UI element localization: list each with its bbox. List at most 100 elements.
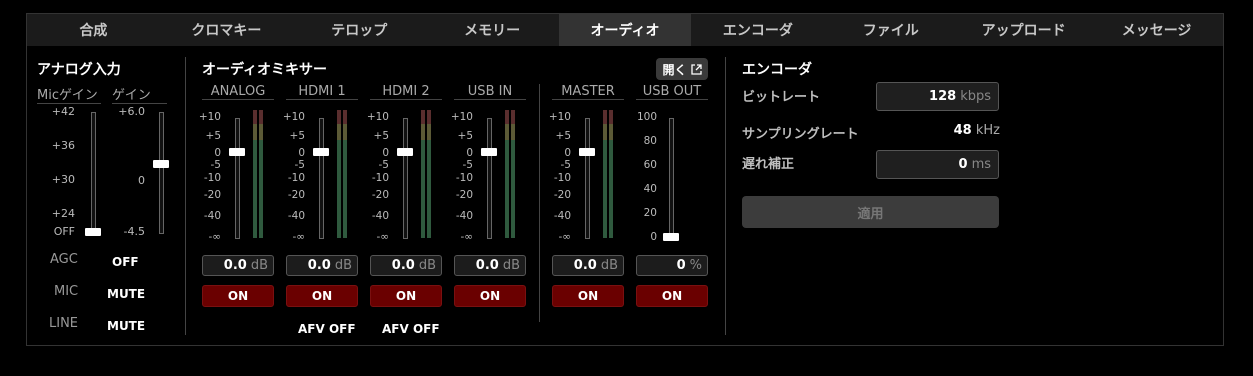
gain-tick: -4.5: [123, 225, 145, 238]
apply-button[interactable]: 適用: [742, 196, 999, 228]
volume-unit: dB: [418, 258, 436, 273]
db-tick: -∞: [460, 231, 473, 243]
db-tick: +5: [555, 130, 571, 142]
usb-out-track[interactable]: [669, 118, 674, 239]
external-link-icon: [690, 63, 702, 75]
fader-thumb[interactable]: [579, 148, 595, 156]
usb-out-value: 0: [676, 258, 686, 273]
db-tick: -40: [203, 210, 221, 222]
volume-readout[interactable]: 0.0 dB: [454, 255, 526, 276]
fader-track[interactable]: [487, 118, 492, 239]
db-tick: +10: [450, 111, 473, 123]
delay-input[interactable]: 0 ms: [876, 150, 999, 179]
level-meter: [343, 110, 347, 238]
channel-name: ANALOG: [202, 84, 274, 100]
percent-tick: 40: [643, 183, 657, 195]
db-tick: 0: [564, 147, 571, 159]
agc-label: AGC: [50, 252, 78, 267]
channel-on-button[interactable]: ON: [286, 285, 358, 307]
fader-track[interactable]: [235, 118, 240, 239]
fader-track[interactable]: [403, 118, 408, 239]
usb-out-readout[interactable]: 0%: [636, 255, 708, 276]
volume-readout[interactable]: 0.0 dB: [552, 255, 624, 276]
db-tick: +10: [198, 111, 221, 123]
gain-tick: +6.0: [118, 105, 145, 118]
fader-thumb[interactable]: [229, 148, 245, 156]
afv-toggle[interactable]: AFV OFF: [382, 322, 440, 336]
tab-file[interactable]: ファイル: [824, 14, 957, 46]
mic-gain-track[interactable]: [91, 112, 96, 234]
gain-track[interactable]: [159, 112, 164, 234]
db-tick: 0: [466, 147, 473, 159]
usb-out-thumb[interactable]: [663, 233, 679, 241]
bitrate-input[interactable]: 128 kbps: [876, 82, 999, 111]
db-tick: +10: [366, 111, 389, 123]
delay-value: 0: [958, 157, 968, 172]
fader-track[interactable]: [319, 118, 324, 239]
volume-value: 0.0: [475, 258, 499, 273]
gain-slider-thumb[interactable]: [153, 159, 169, 168]
mic-tick: +36: [51, 139, 75, 152]
level-meter: [505, 110, 509, 238]
db-tick: -5: [462, 159, 473, 171]
db-tick: -5: [294, 159, 305, 171]
tab-audio[interactable]: オーディオ: [558, 14, 692, 46]
tab-bar: 合成 クロマキー テロップ メモリー オーディオ エンコーダ ファイル アップロ…: [27, 14, 1223, 46]
divider: [185, 57, 186, 335]
mixer-title: オーディオミキサー: [202, 62, 328, 78]
volume-value: 0.0: [223, 258, 247, 273]
tab-chromakey[interactable]: クロマキー: [160, 14, 293, 46]
fader-thumb[interactable]: [397, 148, 413, 156]
agc-toggle[interactable]: OFF: [112, 255, 139, 269]
mic-gain-slider-thumb[interactable]: [85, 228, 101, 236]
delay-unit: ms: [971, 157, 991, 172]
channel-on-button[interactable]: ON: [202, 285, 274, 307]
line-mute-toggle[interactable]: MUTE: [107, 319, 145, 333]
volume-readout[interactable]: 0.0 dB: [202, 255, 274, 276]
db-tick: -10: [553, 172, 571, 184]
gain-tick: 0: [138, 174, 145, 187]
db-tick: -10: [371, 172, 389, 184]
tab-telop[interactable]: テロップ: [293, 14, 426, 46]
volume-value: 0.0: [307, 258, 331, 273]
level-meter: [259, 110, 263, 238]
tab-encoder[interactable]: エンコーダ: [691, 14, 824, 46]
db-tick: 0: [214, 147, 221, 159]
mic-tick: +30: [51, 173, 75, 186]
tab-upload[interactable]: アップロード: [957, 14, 1090, 46]
db-tick: -20: [553, 189, 571, 201]
fader-track[interactable]: [585, 118, 590, 239]
channel-on-button[interactable]: ON: [454, 285, 526, 307]
db-tick: 0: [298, 147, 305, 159]
channel-on-button[interactable]: ON: [370, 285, 442, 307]
db-tick: -∞: [558, 231, 571, 243]
percent-tick: 60: [643, 159, 657, 171]
open-mixer-button[interactable]: 開く: [656, 58, 708, 80]
fader-thumb[interactable]: [481, 148, 497, 156]
percent-tick: 20: [643, 207, 657, 219]
db-tick: +5: [457, 130, 473, 142]
tab-memory[interactable]: メモリー: [426, 14, 559, 46]
level-meter: [511, 110, 515, 238]
fader-thumb[interactable]: [313, 148, 329, 156]
volume-readout[interactable]: 0.0 dB: [286, 255, 358, 276]
mic-mute-toggle[interactable]: MUTE: [107, 287, 145, 301]
channel-on-button[interactable]: ON: [552, 285, 624, 307]
gain-label: ゲイン: [112, 84, 167, 104]
tab-composite[interactable]: 合成: [27, 14, 160, 46]
delay-label: 遅れ補正: [742, 157, 795, 172]
db-tick: +5: [205, 130, 221, 142]
divider: [539, 84, 540, 322]
afv-toggle[interactable]: AFV OFF: [298, 322, 356, 336]
mic-tick: +42: [51, 105, 75, 118]
tab-message[interactable]: メッセージ: [1090, 14, 1223, 46]
volume-readout[interactable]: 0.0 dB: [370, 255, 442, 276]
volume-unit: dB: [600, 258, 618, 273]
volume-unit: dB: [250, 258, 268, 273]
mic-gain-label: Micゲイン: [37, 84, 101, 104]
sampling-rate-readout: 48 kHz: [930, 123, 1000, 138]
percent-tick: 100: [636, 111, 657, 123]
db-tick: -40: [553, 210, 571, 222]
db-tick: -10: [203, 172, 221, 184]
usb-out-on-button[interactable]: ON: [636, 285, 708, 307]
